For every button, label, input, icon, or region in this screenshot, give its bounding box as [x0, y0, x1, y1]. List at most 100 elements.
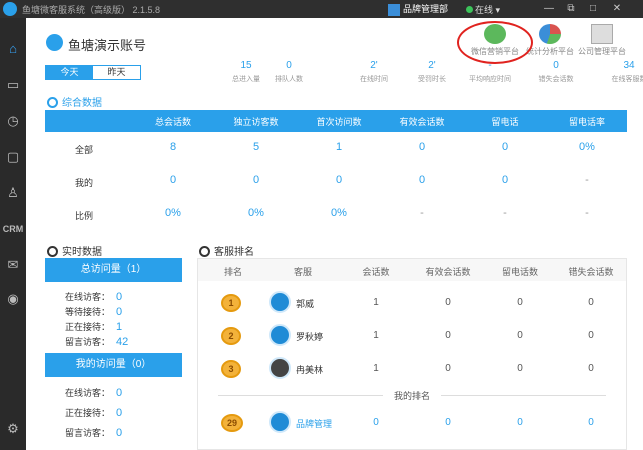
total-visits-header: 总访问量（1） — [45, 258, 182, 282]
phone-cell: 0 — [517, 417, 523, 428]
chart-icon — [47, 97, 58, 108]
sessions-cell: 1 — [373, 330, 379, 341]
stat-value: 0 — [286, 60, 292, 71]
account-name: 鱼塘演示账号 — [68, 38, 147, 53]
realtime-item: 留言访客： 42 — [65, 335, 128, 348]
mail-icon[interactable]: ✉ — [2, 254, 24, 276]
ranking-section-title: 客服排名 — [199, 243, 254, 258]
status-label: 在线 ▾ — [475, 5, 501, 15]
stats-bar: 15 总进入量 0 排队人数 2' 在线时间 2' 受罚时长 - 平均响应时间 0 错失会话… — [216, 60, 643, 88]
item-value: 0 — [116, 387, 123, 399]
tab-today[interactable]: 今天 — [46, 66, 93, 79]
row-label: 比例 — [75, 211, 94, 221]
stat-label: 受罚时长 — [418, 76, 446, 83]
summary-title: 综合数据 — [62, 98, 102, 109]
realtime-item: 在线访客： 0 — [65, 290, 122, 303]
eye-icon[interactable]: ◉ — [2, 288, 24, 310]
my-visits-header: 我的访问量（0） — [45, 353, 182, 377]
stat-label: 排队人数 — [275, 76, 303, 83]
summary-header-cell: 独立访客数 — [233, 117, 279, 127]
agent-name: 郭威 — [296, 299, 315, 309]
summary-cell: 0 — [418, 174, 426, 186]
settings-icon[interactable]: ⚙ — [2, 418, 24, 440]
minimize-button[interactable]: — — [541, 1, 557, 17]
summary-cell: - — [585, 207, 589, 219]
stat-value: 2' — [428, 60, 436, 71]
current-user[interactable]: 品牌管理部 — [388, 2, 448, 16]
stat-item: 2' 在线时间 — [344, 60, 404, 84]
summary-cell: 0 — [252, 174, 260, 186]
summary-cell: 0 — [418, 141, 426, 153]
sidebar: ⌂ ▭ ◷ ▢ ♙ CRM ✉ ◉ ⚙ — [0, 18, 26, 450]
agent-name: 品牌管理 — [296, 419, 333, 429]
item-value: 0 — [116, 306, 123, 318]
phone-cell: 0 — [517, 297, 523, 308]
summary-row: 比例 0% 0% 0% - - - — [45, 198, 627, 231]
item-value: 0 — [116, 427, 123, 439]
close-button[interactable]: ✕ — [609, 1, 625, 17]
item-label: 留言访客： — [65, 337, 111, 347]
summary-cell: 0 — [169, 174, 177, 186]
item-value: 1 — [116, 321, 123, 333]
agent-name: 罗秋婷 — [296, 332, 324, 342]
missed-cell: 0 — [588, 297, 594, 308]
ranking-header-cell: 会话数 — [362, 267, 390, 277]
ranking-row[interactable]: 3 冉美林 1 0 0 0 — [198, 352, 626, 384]
home-icon[interactable]: ⌂ — [2, 38, 24, 60]
user-name: 品牌管理部 — [403, 4, 449, 14]
summary-cell: 0% — [248, 207, 264, 219]
sessions-cell: 1 — [373, 363, 379, 374]
row-label: 我的 — [75, 178, 94, 188]
messages-icon[interactable]: ▢ — [2, 146, 24, 168]
stat-label: 错失会话数 — [538, 76, 574, 83]
item-value: 42 — [116, 336, 129, 348]
online-dot-icon — [466, 6, 473, 13]
chat-icon[interactable]: ▭ — [2, 74, 24, 96]
realtime-item: 留言访客： 0 — [65, 426, 122, 439]
tab-yesterday[interactable]: 昨天 — [93, 66, 140, 79]
ranking-title: 客服排名 — [214, 247, 254, 258]
ranking-row[interactable]: 2 罗秋婷 1 0 0 0 — [198, 319, 626, 351]
realtime-item: 正在接待： 1 — [65, 320, 122, 333]
restore-button[interactable]: ⧉ — [563, 1, 579, 17]
agent-avatar — [269, 411, 291, 433]
maximize-button[interactable]: □ — [585, 1, 601, 17]
my-ranking-row[interactable]: 29 品牌管理 0 0 0 0 — [198, 406, 626, 438]
item-label: 在线访客： — [65, 388, 111, 398]
title-bar: 鱼塘微客服系统（高级版） 2.1.5.8 品牌管理部 在线 ▾ — ⧉ □ ✕ — [0, 0, 643, 18]
realtime-panel: 总访问量（1） 在线访客： 0 等待接待： 0 正在接待： 1 留言访客： 42 我的访… — [45, 258, 182, 450]
users-icon[interactable]: ♙ — [2, 182, 24, 204]
summary-header-cell: 留电话 — [491, 117, 519, 127]
user-avatar-icon — [388, 3, 400, 16]
app-logo-icon — [3, 2, 17, 16]
ranking-row[interactable]: 1 郭威 1 0 0 0 — [198, 286, 626, 318]
my-rank-divider: 我的排名 — [198, 389, 626, 402]
agent-avatar — [269, 324, 291, 346]
medal-icon: 29 — [221, 414, 243, 432]
ranking-header-cell: 留电话数 — [501, 267, 538, 277]
item-label: 在线访客： — [65, 292, 111, 302]
crm-nav[interactable]: CRM — [2, 218, 24, 240]
ranking-table: 排名 客服 会话数 有效会话数 留电话数 错失会话数 1 郭威 1 0 0 0 … — [197, 258, 627, 450]
summary-row: 全部 8 5 1 0 0 0% — [45, 132, 627, 165]
clock-icon[interactable]: ◷ — [2, 110, 24, 132]
realtime-item: 正在接待： 0 — [65, 406, 122, 419]
sessions-cell: 1 — [373, 297, 379, 308]
summary-cell: 0 — [335, 174, 343, 186]
stat-label: 在线时间 — [360, 76, 388, 83]
item-value: 0 — [116, 407, 123, 419]
platform-label: 公司管理平台 — [578, 47, 626, 56]
summary-cell: - — [585, 174, 589, 186]
summary-cell: - — [503, 207, 507, 219]
stat-value: 2' — [370, 60, 378, 71]
realtime-section-title: 实时数据 — [47, 243, 102, 258]
status-dropdown[interactable]: 在线 ▾ — [466, 3, 500, 16]
stat-item: 2' 受罚时长 — [402, 60, 462, 84]
summary-cell: 0% — [579, 141, 595, 153]
platform-label: 统计分析平台 — [526, 47, 574, 56]
medal-icon: 2 — [221, 327, 241, 345]
valid-sessions-cell: 0 — [445, 330, 451, 341]
summary-cell: 0% — [165, 207, 181, 219]
ranking-header-cell: 有效会话数 — [425, 267, 471, 277]
summary-cell: 1 — [335, 141, 343, 153]
